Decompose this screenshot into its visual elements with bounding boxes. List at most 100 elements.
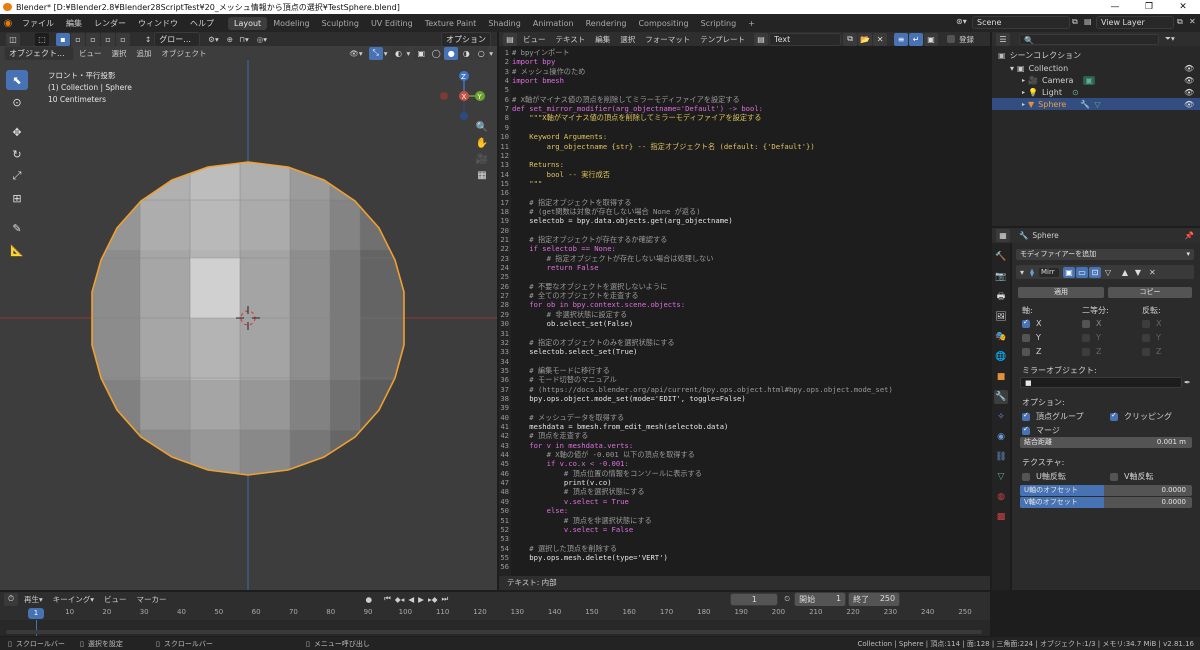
- modifier-name-field[interactable]: Mirr: [1037, 266, 1060, 278]
- snap-icon[interactable]: ⊕: [227, 35, 233, 44]
- code-line[interactable]: 55 bpy.ops.mesh.delete(type='VERT'): [499, 553, 990, 562]
- text-name-field[interactable]: Text: [769, 32, 842, 46]
- flip-y-checkbox[interactable]: [1142, 333, 1150, 342]
- expand-arrow-icon[interactable]: ▾: [1010, 64, 1014, 73]
- next-keyframe-icon[interactable]: ▸◆: [428, 595, 438, 604]
- move-tool-icon[interactable]: ✥: [6, 122, 28, 142]
- scene-icon[interactable]: ⊛▾: [956, 17, 967, 26]
- code-line[interactable]: 15 """: [499, 179, 990, 188]
- axis-x-toggle[interactable]: X: [1022, 318, 1041, 328]
- line-numbers-toggle-icon[interactable]: ≡: [894, 32, 909, 46]
- outliner-item-camera[interactable]: ▸ 🎥 Camera ▣ 👁: [992, 74, 1200, 86]
- apply-button[interactable]: 適用: [1018, 287, 1104, 298]
- code-line[interactable]: 1 # bpyインポート: [499, 48, 990, 57]
- word-wrap-toggle-icon[interactable]: ↵: [909, 32, 924, 46]
- texture-tab-icon[interactable]: ▩: [994, 510, 1008, 524]
- code-line[interactable]: 18 # (get関数は対象が存在しない場合 None が返る): [499, 207, 990, 216]
- select-extend-icon[interactable]: ▫: [71, 32, 85, 46]
- v-offset-field[interactable]: V軸のオフセット 0.0000: [1020, 497, 1192, 508]
- scale-tool-icon[interactable]: ⤢: [6, 166, 28, 186]
- select-intersect-icon[interactable]: ▫: [116, 32, 130, 46]
- text-menu-select[interactable]: 選択: [615, 34, 640, 45]
- viewport-menu-object[interactable]: オブジェクト: [157, 48, 212, 59]
- code-line[interactable]: 9: [499, 123, 990, 132]
- pan-hand-icon[interactable]: ✋: [476, 138, 488, 149]
- close-button[interactable]: ✕: [1166, 2, 1200, 12]
- vertex-groups-checkbox[interactable]: [1022, 411, 1030, 421]
- jump-end-icon[interactable]: ⏭: [441, 594, 448, 604]
- camera-data-icon[interactable]: ▣: [1083, 75, 1095, 85]
- visibility-eye-icon[interactable]: 👁: [1184, 100, 1194, 109]
- syntax-highlight-toggle-icon[interactable]: ▣: [924, 32, 939, 46]
- gizmo-dropdown-icon[interactable]: ▾: [384, 49, 388, 58]
- modifier-tab-icon[interactable]: 🔧: [994, 390, 1008, 404]
- code-line[interactable]: 10 Keyword Arguments:: [499, 132, 990, 141]
- camera-view-icon[interactable]: 🎥: [476, 154, 488, 165]
- copy-button[interactable]: コピー: [1108, 287, 1192, 298]
- perspective-grid-icon[interactable]: ▦: [477, 170, 486, 181]
- scene-field[interactable]: Scene: [972, 16, 1070, 29]
- code-area[interactable]: 1 # bpyインポート 2 import bpy 3 # メッシュ操作のため 4 impor…: [499, 48, 990, 571]
- code-line[interactable]: 48 # 頂点を選択状態にする: [499, 487, 990, 496]
- transform-tool-icon[interactable]: ⊞: [6, 188, 28, 208]
- code-line[interactable]: 11 arg_objectname {str} -- 指定オブジェクト名 (de…: [499, 142, 990, 151]
- zoom-icon[interactable]: 🔍: [476, 122, 488, 133]
- flip-z-toggle[interactable]: Z: [1142, 347, 1161, 356]
- outliner-item-collection[interactable]: ▾ ▣ Collection 👁: [992, 62, 1200, 74]
- shading-rendered-icon[interactable]: ○: [474, 46, 489, 60]
- axis-y-toggle[interactable]: Y: [1022, 333, 1041, 342]
- text-unlink-icon[interactable]: ✕: [873, 32, 888, 46]
- blender-menu-icon[interactable]: ◉: [0, 18, 16, 29]
- view-layer-tab-icon[interactable]: 🖼: [994, 310, 1008, 324]
- move-down-icon[interactable]: ▼: [1131, 266, 1144, 278]
- code-line[interactable]: 27 # 全てのオブジェクトを走査する: [499, 291, 990, 300]
- timeline-scrollbar[interactable]: [6, 630, 982, 634]
- code-line[interactable]: 12: [499, 151, 990, 160]
- bisect-y-checkbox[interactable]: [1082, 333, 1090, 342]
- sphere-mesh[interactable]: [80, 150, 420, 490]
- visibility-eye-icon[interactable]: 👁: [1184, 76, 1194, 85]
- visibility-eye-icon[interactable]: 👁: [1184, 64, 1194, 73]
- mirror-object-field[interactable]: ■: [1020, 377, 1182, 388]
- code-line[interactable]: 29 # 非選択状態に設定する: [499, 310, 990, 319]
- timeline-type-icon[interactable]: ⏱: [4, 592, 18, 606]
- measure-tool-icon[interactable]: 📐: [6, 240, 28, 260]
- particles-tab-icon[interactable]: ✧: [994, 410, 1008, 424]
- select-subtract-icon[interactable]: ▫: [86, 32, 100, 46]
- output-tab-icon[interactable]: 🖶: [994, 290, 1008, 304]
- render-toggle-icon[interactable]: ⊡: [1088, 266, 1101, 278]
- collapse-arrow-icon[interactable]: ▾: [1020, 268, 1024, 277]
- merge-checkbox[interactable]: [1022, 425, 1030, 435]
- shading-wireframe-icon[interactable]: ◯: [429, 46, 444, 60]
- record-icon[interactable]: ●: [366, 595, 373, 604]
- pivot-icon[interactable]: ⚙▾: [208, 35, 219, 44]
- shading-material-icon[interactable]: ◑: [459, 46, 474, 60]
- code-line[interactable]: 32 # 指定のオブジェクトのみを選択状態にする: [499, 338, 990, 347]
- expand-arrow-icon[interactable]: ▸: [1022, 77, 1025, 84]
- gizmo-toggle-icon[interactable]: ⤡: [368, 46, 383, 60]
- timeline-ruler[interactable]: 1102030405060708090100110120130140150160…: [0, 606, 990, 620]
- jump-start-icon[interactable]: ⏮: [384, 594, 391, 604]
- world-tab-icon[interactable]: 🌐: [994, 350, 1008, 364]
- bisect-y-toggle[interactable]: Y: [1082, 333, 1101, 342]
- start-frame-field[interactable]: 開始 1: [794, 591, 847, 607]
- code-line[interactable]: 7 def set_mirror_modifier(arg_objectname=…: [499, 104, 990, 113]
- mesh-data-icon[interactable]: ▽: [1094, 100, 1100, 109]
- data-tab-icon[interactable]: ▽: [994, 470, 1008, 484]
- code-line[interactable]: 31: [499, 329, 990, 338]
- merge-toggle[interactable]: マージ: [1022, 425, 1060, 436]
- expand-arrow-icon[interactable]: ▸: [1022, 101, 1025, 108]
- rotate-tool-icon[interactable]: ↻: [6, 144, 28, 164]
- outliner-search-input[interactable]: 🔍: [1019, 33, 1159, 45]
- 3d-viewport[interactable]: ⬉ ⊙ ✥ ↻ ⤢ ⊞ ✎ 📐 フロント・平行投影 (1) Collection…: [0, 60, 497, 590]
- select-new-icon[interactable]: ▪: [56, 32, 70, 46]
- cage-toggle-icon[interactable]: ▽: [1101, 266, 1114, 278]
- code-line[interactable]: 49 v.select = True: [499, 497, 990, 506]
- flip-x-checkbox[interactable]: [1142, 319, 1150, 328]
- code-line[interactable]: 52 v.select = False: [499, 525, 990, 534]
- flip-z-checkbox[interactable]: [1142, 347, 1150, 356]
- code-line[interactable]: 37 # (https://docs.blender.org/api/curre…: [499, 385, 990, 394]
- code-line[interactable]: 43 for v in meshdata.verts:: [499, 441, 990, 450]
- select-tool-icon[interactable]: ⬉: [6, 70, 28, 90]
- viewport-options-dropdown[interactable]: オプション: [441, 31, 491, 47]
